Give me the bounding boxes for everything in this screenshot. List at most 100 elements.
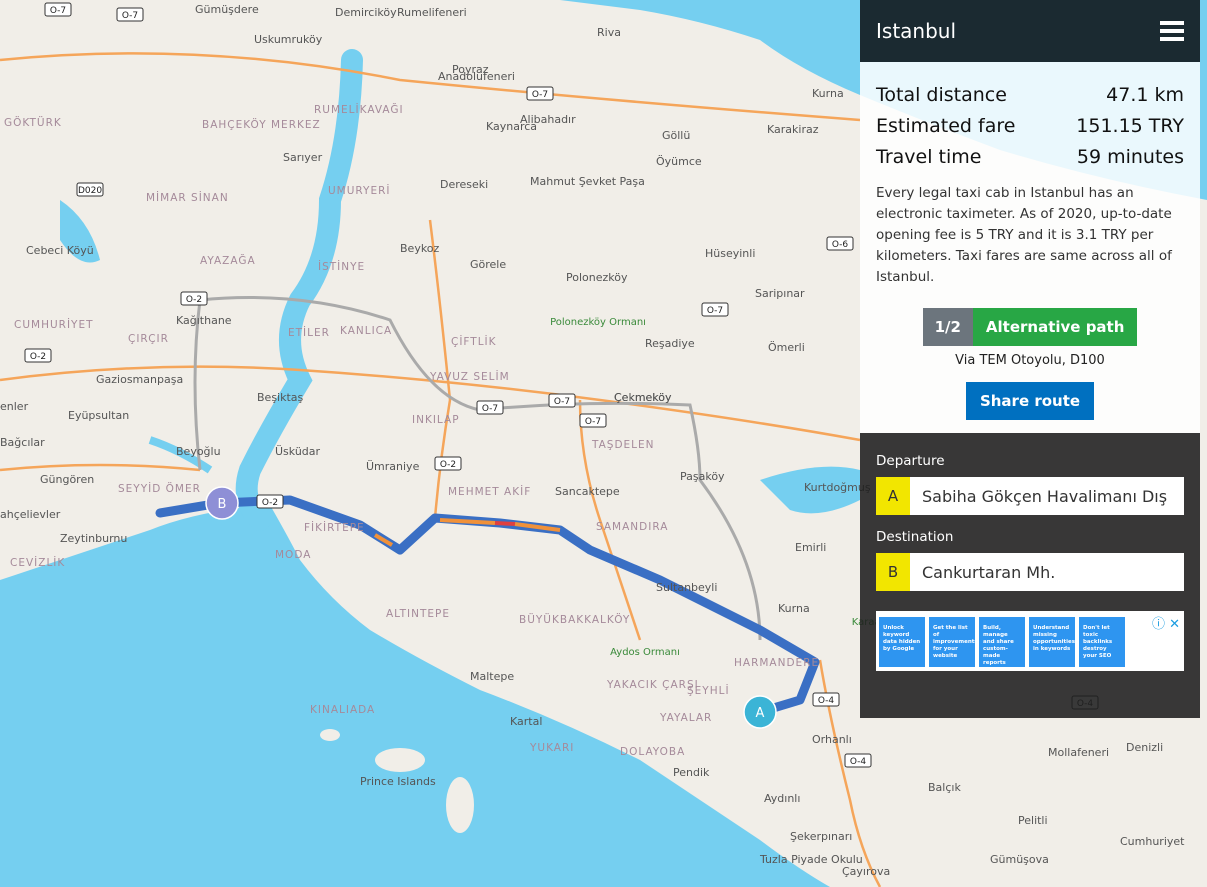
- place-label: Göllü: [662, 129, 690, 142]
- departure-badge: A: [876, 477, 910, 515]
- place-label: MEHMET AKİF: [448, 485, 531, 498]
- svg-text:O-7: O-7: [554, 397, 570, 407]
- place-label: enler: [0, 400, 29, 413]
- place-label: Ümraniye: [366, 460, 420, 473]
- place-label: Çekmeköy: [614, 391, 672, 404]
- ad-card[interactable]: Build, manage and share custom-made repo…: [979, 617, 1025, 667]
- place-label: CEVİZLİK: [10, 556, 65, 569]
- place-label: KINALIADA: [310, 704, 375, 716]
- estimated-fare-row: Estimated fare 151.15 TRY: [876, 111, 1184, 142]
- svg-text:O-2: O-2: [186, 295, 202, 305]
- ad-card[interactable]: Unlock keyword data hidden by Google: [879, 617, 925, 667]
- place-label: RUMELİKAVAĞI: [314, 103, 404, 116]
- place-label: Çayırova: [842, 865, 890, 878]
- total-distance-value: 47.1 km: [1106, 84, 1184, 106]
- place-label: Poyraz: [452, 63, 489, 76]
- road-shield: D020: [76, 182, 104, 197]
- svg-text:A: A: [756, 706, 765, 721]
- place-label: Uskumruköy: [254, 33, 323, 46]
- share-route-button[interactable]: Share route: [965, 382, 1095, 420]
- road-shield: O-7: [526, 86, 554, 101]
- place-label: Şekerpınarı: [790, 830, 852, 843]
- place-label: YUKARI: [529, 742, 574, 754]
- ad-banner[interactable]: Unlock keyword data hidden by Google Get…: [876, 611, 1184, 671]
- place-label: Reşadiye: [645, 337, 695, 350]
- place-label: Beşiktaş: [257, 391, 304, 404]
- departure-label: Departure: [876, 453, 945, 469]
- place-label: BÜYÜKBAKKALKÖY: [519, 613, 630, 626]
- traffic-segment: [494, 521, 516, 526]
- place-label: MODA: [275, 549, 311, 561]
- place-label: ALTINTEPE: [386, 608, 450, 620]
- place-label: SEYYİD ÖMER: [118, 482, 201, 495]
- place-label: Prince Islands: [360, 775, 436, 788]
- marker-a[interactable]: A: [743, 695, 777, 729]
- place-label: Sultanbeyli: [656, 581, 717, 594]
- ad-card[interactable]: Understand missing opportunities in keyw…: [1029, 617, 1075, 667]
- place-label: GÖKTÜRK: [4, 116, 62, 129]
- place-label: CUMHURİYET: [14, 318, 94, 331]
- svg-text:O-2: O-2: [440, 460, 456, 470]
- place-label: Riva: [597, 26, 621, 39]
- destination-label: Destination: [876, 529, 954, 545]
- travel-time-row: Travel time 59 minutes: [876, 142, 1184, 173]
- ad-info-close-icon[interactable]: ⓘ ✕: [1152, 613, 1180, 632]
- place-label: KANLICA: [340, 325, 392, 337]
- place-label: Emirli: [795, 541, 826, 554]
- svg-text:O-7: O-7: [585, 417, 601, 427]
- svg-text:O-7: O-7: [50, 6, 66, 16]
- place-label: Maltepe: [470, 670, 514, 683]
- place-label: Orhanlı: [812, 733, 852, 746]
- route-via: Via TEM Otoyolu, D100: [955, 353, 1105, 368]
- place-label: YAYALAR: [659, 712, 712, 724]
- place-label: MİMAR SİNAN: [146, 191, 229, 204]
- route-panel: Istanbul Total distance 47.1 km Estimated…: [860, 0, 1200, 718]
- place-label: Demirciköy: [335, 6, 397, 19]
- place-label: Alibahadır: [520, 113, 576, 126]
- hamburger-icon[interactable]: [1160, 21, 1184, 41]
- destination-input[interactable]: [910, 553, 1184, 591]
- ad-card[interactable]: Get the list of improvements for your we…: [929, 617, 978, 667]
- place-label: Saripınar: [755, 287, 805, 300]
- place-label: BAHÇEKÖY MERKEZ: [202, 118, 321, 131]
- departure-input[interactable]: [910, 477, 1184, 515]
- place-label: DOLAYOBA: [620, 746, 685, 758]
- park-label: Polonezköy Ormanı: [550, 317, 646, 328]
- road-shield: O-4: [844, 753, 872, 768]
- svg-text:B: B: [218, 497, 227, 512]
- place-label: AYAZAĞA: [200, 254, 256, 267]
- place-label: INKILAP: [412, 414, 460, 426]
- place-label: Zeytinburnu: [60, 532, 127, 545]
- place-label: FİKİRTEPE: [304, 521, 365, 534]
- marker-b[interactable]: B: [205, 486, 239, 520]
- place-label: Paşaköy: [680, 470, 725, 483]
- place-label: Beykoz: [400, 242, 440, 255]
- svg-text:O-2: O-2: [262, 498, 278, 508]
- ad-card[interactable]: Don't let toxic backlinks destroy your S…: [1079, 617, 1125, 667]
- route-inputs: Departure A Destination B Unlock keyword…: [860, 433, 1200, 718]
- place-label: Gaziosmanpaşa: [96, 373, 183, 386]
- road-shield: O-7: [548, 393, 576, 408]
- place-label: Güngören: [40, 473, 94, 486]
- island: [446, 777, 474, 833]
- svg-text:O-6: O-6: [832, 240, 849, 250]
- place-label: Eyüpsultan: [68, 409, 129, 422]
- road-shield: O-7: [579, 413, 607, 428]
- road-shield: O-2: [24, 348, 52, 363]
- panel-header: Istanbul: [860, 0, 1200, 62]
- place-label: ETİLER: [288, 326, 330, 339]
- place-label: Beyoğlu: [176, 445, 221, 458]
- place-label: Karakiraz: [767, 123, 819, 136]
- place-label: Pendik: [673, 766, 710, 779]
- road-shield: O-2: [256, 494, 284, 509]
- place-label: Üsküdar: [275, 445, 321, 458]
- place-label: Gümüşdere: [195, 3, 259, 16]
- place-label: Balçık: [928, 781, 961, 794]
- alternative-path-button[interactable]: Alternative path: [972, 308, 1138, 346]
- destination-badge: B: [876, 553, 910, 591]
- route-counter: 1/2: [922, 308, 973, 346]
- svg-text:O-7: O-7: [122, 11, 138, 21]
- place-label: Dereseki: [440, 178, 488, 191]
- place-label: Kartal: [510, 715, 542, 728]
- place-label: UMURYERİ: [328, 184, 391, 197]
